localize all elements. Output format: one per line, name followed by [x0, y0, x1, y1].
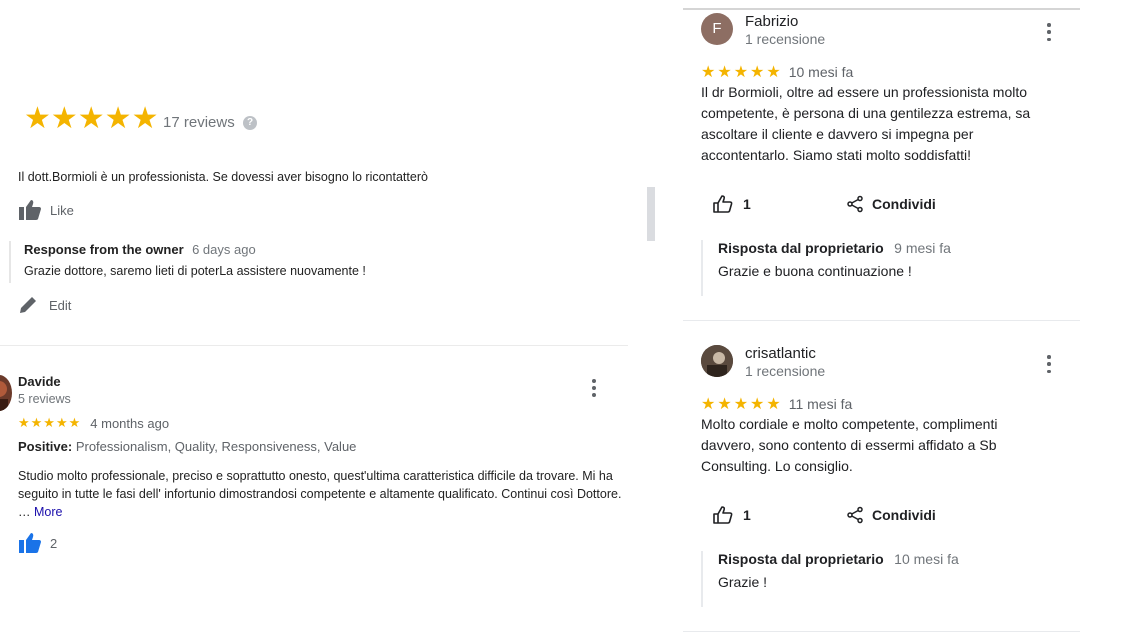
positive-attributes: Positive: Professionalism, Quality, Resp…: [18, 439, 356, 454]
owner-response-title: Response from the owner: [24, 242, 184, 257]
owner-response: Risposta dal proprietario 9 mesi fa Graz…: [701, 240, 951, 296]
owner-response-title: Risposta dal proprietario: [718, 240, 884, 256]
help-icon[interactable]: ?: [243, 116, 257, 130]
review-text: Il dott.Bormioli è un professionista. Se…: [18, 170, 428, 184]
reviewer-review-count: 1 recensione: [745, 31, 826, 47]
review-rating: ★★★★★ 11 mesi fa: [701, 394, 852, 414]
thumbs-up-icon: [19, 200, 41, 220]
review-text: Il dr Bormioli, oltre ad essere un profe…: [701, 84, 1031, 163]
rating-stars: ★★★★★: [18, 415, 82, 430]
owner-response: Response from the owner 6 days ago Grazi…: [9, 241, 366, 283]
divider: [683, 8, 1080, 10]
review-text: Studio molto professionale, preciso e so…: [18, 467, 630, 521]
more-options-icon[interactable]: [1046, 23, 1052, 41]
avatar[interactable]: F: [701, 13, 733, 45]
positive-label: Positive:: [18, 439, 73, 454]
reviewer-review-count: 5 reviews: [18, 392, 71, 406]
review-rating: ★★★★★ 10 mesi fa: [701, 62, 853, 82]
owner-response: Risposta dal proprietario 10 mesi fa Gra…: [701, 551, 959, 607]
kebab-icon: [591, 379, 597, 397]
scrollbar-thumb[interactable]: [647, 187, 655, 241]
thumbs-up-outline-icon: [713, 195, 733, 213]
pencil-icon: [20, 297, 36, 313]
more-link[interactable]: More: [34, 505, 62, 519]
share-label: Condividi: [872, 507, 936, 523]
thumbs-up-outline-icon: [713, 506, 733, 524]
like-count: 1: [743, 507, 751, 523]
divider: [683, 631, 1080, 632]
review-ago: 11 mesi fa: [788, 396, 853, 412]
like-label: Like: [50, 202, 74, 218]
share-label: Condividi: [872, 196, 936, 212]
positive-values: Professionalism, Quality, Responsiveness…: [75, 439, 357, 454]
more-options-button[interactable]: [586, 378, 602, 398]
owner-response-text: Grazie !: [718, 574, 768, 590]
review-rating: ★★★★★ 4 months ago: [18, 415, 169, 431]
edit-button[interactable]: Edit: [18, 295, 71, 315]
like-count: 2: [50, 535, 58, 551]
reviewer-name[interactable]: Fabrizio: [745, 13, 798, 30]
owner-response-text: Grazie e buona continuazione !: [718, 263, 912, 279]
more-options-icon[interactable]: [1046, 355, 1052, 373]
like-button[interactable]: 2: [18, 532, 57, 554]
thumbs-up-icon: [19, 533, 41, 553]
owner-response-ago: 9 mesi fa: [894, 240, 951, 256]
review-ago: 4 months ago: [90, 415, 170, 431]
share-button[interactable]: Condividi: [846, 506, 936, 524]
like-button[interactable]: Like: [18, 199, 74, 221]
like-count: 1: [743, 196, 751, 212]
owner-response-ago: 6 days ago: [192, 242, 256, 257]
owner-response-ago: 10 mesi fa: [894, 551, 959, 567]
avatar[interactable]: [0, 375, 12, 411]
reviewer-name[interactable]: Davide: [18, 374, 61, 389]
reviewer-name[interactable]: crisatlantic: [745, 345, 816, 362]
owner-response-text: Grazie dottore, saremo lieti di poterLa …: [24, 264, 366, 278]
like-button[interactable]: 1: [713, 506, 751, 524]
divider: [0, 345, 628, 346]
avatar[interactable]: [701, 345, 733, 377]
rating-stars: ★★★★★: [24, 102, 159, 135]
share-button[interactable]: Condividi: [846, 195, 936, 213]
rating-stars: ★★★★★: [701, 64, 783, 81]
rating-stars: ★★★★★: [701, 396, 783, 413]
review-text: Molto cordiale e molto competente, compl…: [701, 416, 998, 474]
review-ago: 10 mesi fa: [788, 64, 854, 80]
share-icon: [847, 506, 863, 524]
edit-label: Edit: [49, 297, 72, 313]
review-count[interactable]: 17 reviews: [163, 114, 235, 131]
like-button[interactable]: 1: [713, 195, 751, 213]
share-icon: [847, 195, 863, 213]
divider: [683, 320, 1080, 321]
owner-response-title: Risposta dal proprietario: [718, 551, 884, 567]
review-body: Studio molto professionale, preciso e so…: [18, 469, 622, 519]
reviewer-review-count: 1 recensione: [745, 363, 826, 379]
